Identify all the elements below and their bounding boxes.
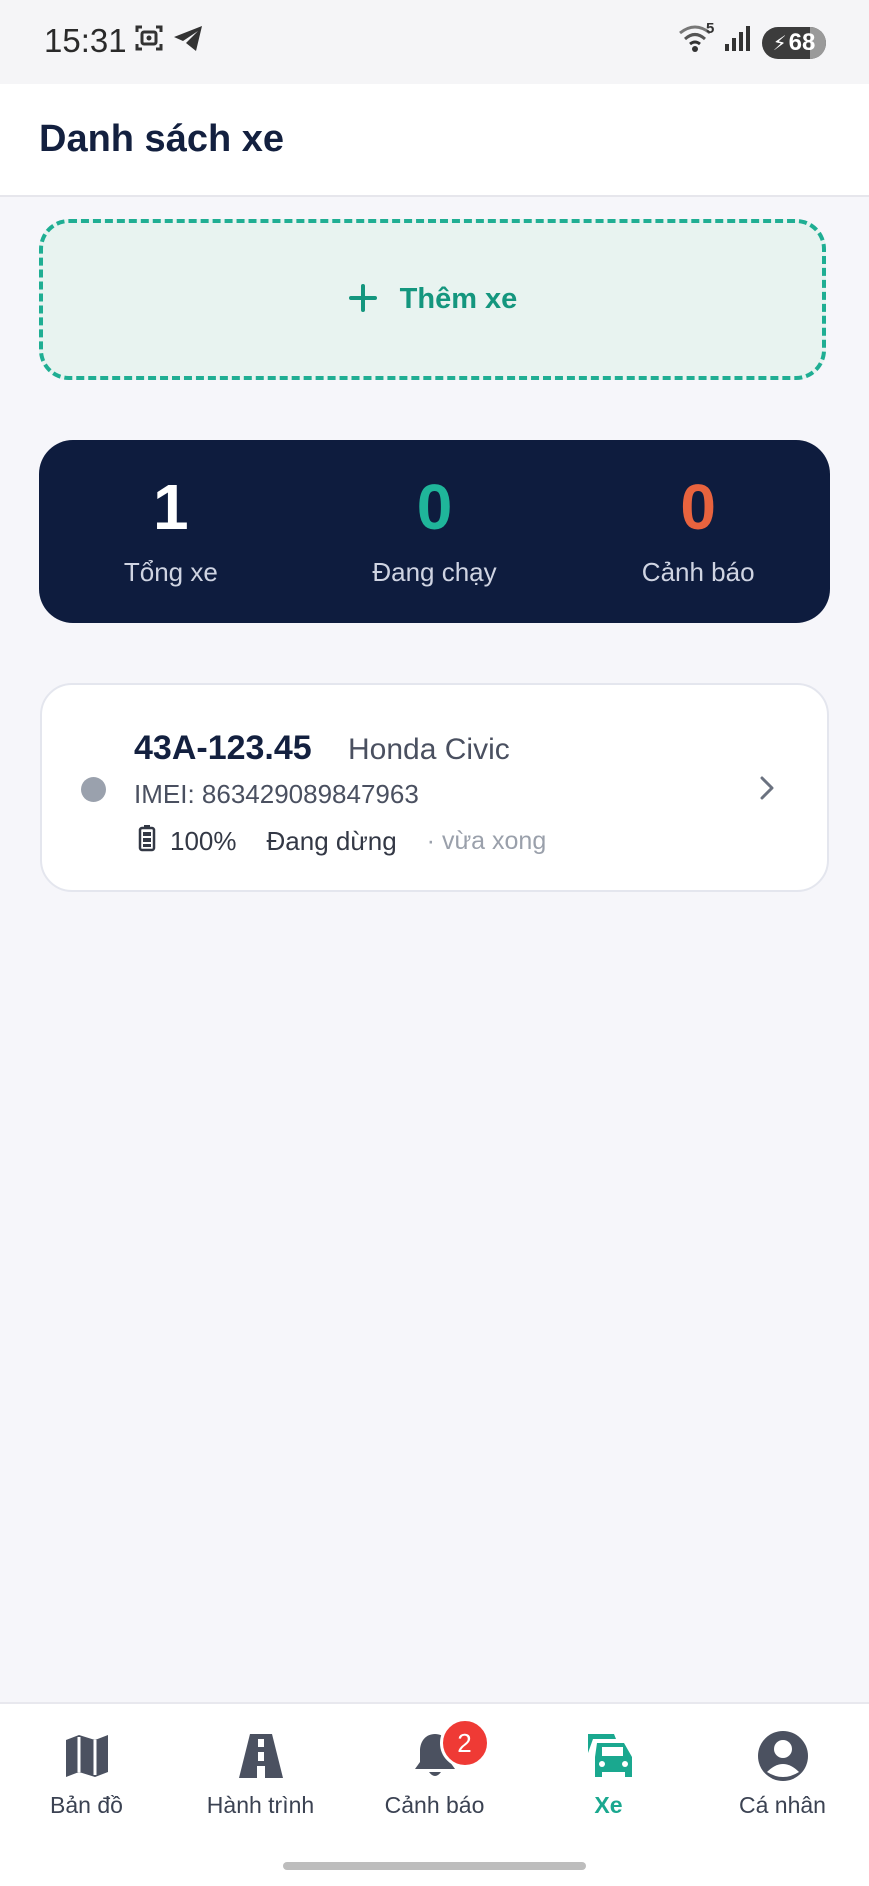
vehicle-updated: · vừa xong xyxy=(426,826,547,855)
nav-item-map[interactable]: Bản đồ xyxy=(0,1704,173,1834)
vehicle-model: Honda Civic xyxy=(348,733,510,766)
nav-item-vehicles[interactable]: Xe xyxy=(522,1704,695,1834)
vehicle-card[interactable]: 43A-123.45 Honda Civic IMEI: 86342908984… xyxy=(40,683,829,892)
battery-charging-icon: ⚡ 68 xyxy=(762,27,826,59)
stat-running-caption: Đang chạy xyxy=(372,557,497,587)
stat-running: 0 Đang chạy xyxy=(303,440,567,623)
alert-badge: 2 xyxy=(439,1718,490,1768)
stat-total-caption: Tổng xe xyxy=(123,557,218,587)
nav-item-alerts[interactable]: 2 Cảnh báo xyxy=(348,1704,521,1834)
vehicle-battery: 100% xyxy=(170,825,237,856)
home-indicator[interactable] xyxy=(283,1862,586,1870)
vehicle-state: Đang dừng xyxy=(266,825,397,856)
stat-running-value: 0 xyxy=(416,471,453,543)
stat-alert-value: 0 xyxy=(680,471,716,543)
bell-icon: 2 xyxy=(410,1718,490,1784)
stat-alert-caption: Cảnh báo xyxy=(641,557,755,587)
bottom-nav: Bản đồ Hành trình 2 Cảnh báo Xe Cá nhân xyxy=(0,1702,869,1886)
battery-icon xyxy=(138,824,156,859)
nav-item-trips[interactable]: Hành trình xyxy=(174,1704,347,1834)
vehicle-status-dot xyxy=(81,777,106,802)
vehicle-plate: 43A-123.45 xyxy=(134,729,312,767)
telegram-icon xyxy=(171,22,205,59)
vehicle-meta: 100% Đang dừng · vừa xong xyxy=(138,821,546,861)
car-icon xyxy=(580,1728,638,1784)
battery-level: 68 xyxy=(788,29,816,56)
user-icon xyxy=(757,1728,809,1784)
network-type: 5 xyxy=(706,20,715,37)
add-vehicle-button[interactable]: Thêm xe xyxy=(39,219,826,380)
nav-label: Bản đồ xyxy=(50,1792,123,1818)
nav-label: Cá nhân xyxy=(739,1792,826,1818)
nav-item-profile[interactable]: Cá nhân xyxy=(696,1704,869,1834)
stat-total-value: 1 xyxy=(153,471,189,543)
plus-icon xyxy=(348,280,378,320)
stat-total: 1 Tổng xe xyxy=(39,440,303,623)
status-time: 15:31 xyxy=(44,22,127,59)
map-icon xyxy=(62,1728,112,1784)
chevron-right-icon xyxy=(757,773,777,808)
status-bar: 15:31 5 ⚡ 68 xyxy=(0,0,869,84)
nav-label: Xe xyxy=(594,1792,623,1818)
stat-alert: 0 Cảnh báo xyxy=(566,440,830,623)
nav-label: Hành trình xyxy=(206,1792,315,1818)
page-title: Danh sách xe xyxy=(39,118,284,160)
stats-panel: 1 Tổng xe 0 Đang chạy 0 Cảnh báo xyxy=(39,440,830,623)
add-vehicle-label: Thêm xe xyxy=(399,283,518,315)
signal-icon xyxy=(722,22,754,59)
app-header: Danh sách xe xyxy=(0,84,869,197)
road-icon xyxy=(236,1728,286,1784)
screenshot-icon xyxy=(133,22,165,59)
nav-label: Cảnh báo xyxy=(384,1792,485,1818)
vehicle-imei: IMEI: 863429089847963 xyxy=(134,779,419,809)
